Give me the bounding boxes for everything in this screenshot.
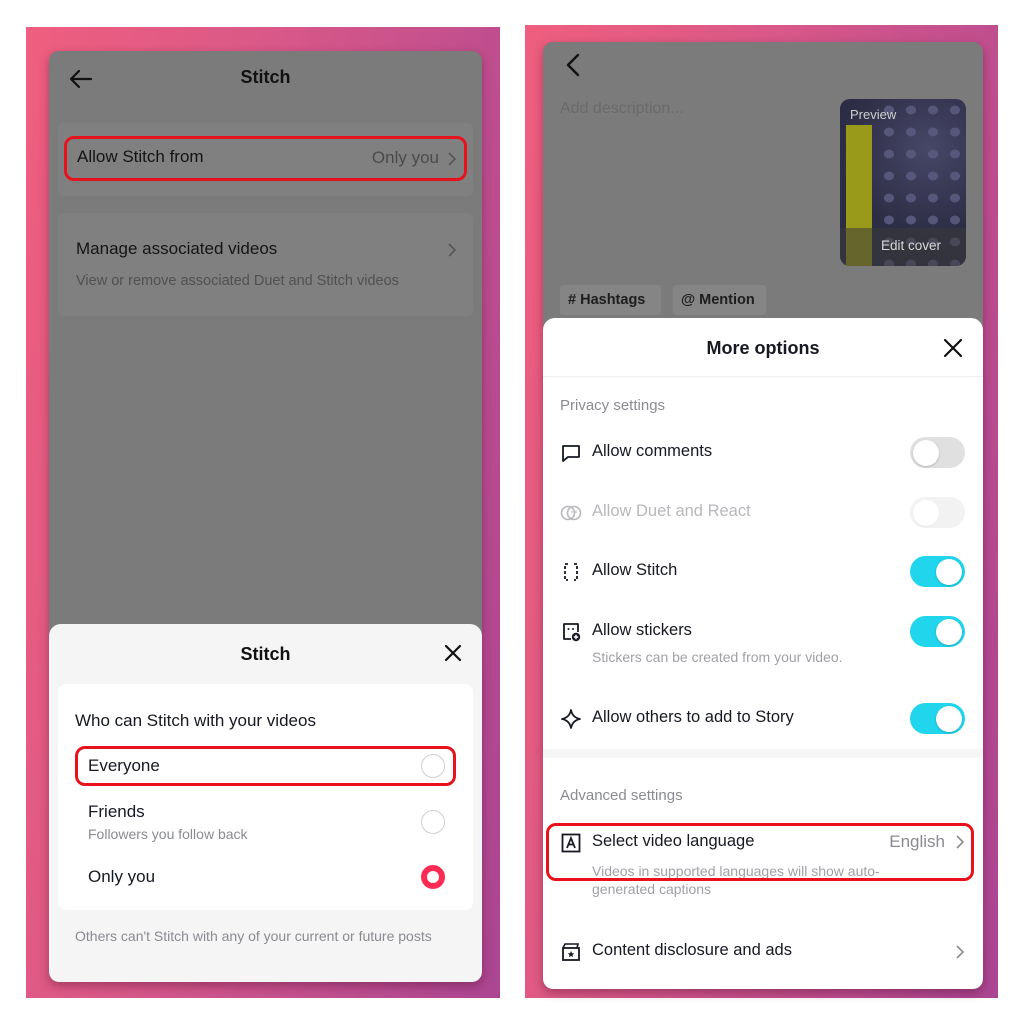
row-label: Allow Duet and React [592,502,751,520]
row-label: Allow Stitch [592,561,678,579]
row-label: Allow comments [592,442,713,460]
advanced-settings-heading: Advanced settings [560,787,683,804]
video-thumbnail[interactable]: Preview Edit cover [840,99,966,266]
ad-disclosure-icon [562,943,580,961]
allow-stitch-from-value: Only you [371,148,439,167]
allow-comments-row: Allow comments [543,430,983,474]
stitch-settings-screen: Stitch Allow Stitch from Only you Manage… [49,51,482,982]
chevron-right-icon [448,152,457,166]
option-label: Everyone [88,756,160,775]
left-screenshot-frame: Stitch Allow Stitch from Only you Manage… [26,27,500,998]
description-input[interactable]: Add description... [560,100,684,118]
radio-button[interactable] [421,810,445,834]
hashtags-chip[interactable]: # Hashtags [560,285,661,315]
option-everyone[interactable]: Everyone [75,746,456,786]
allow-stitch-toggle[interactable] [910,556,965,587]
sheet-title: Stitch [240,644,291,664]
chevron-left-icon[interactable] [563,52,585,78]
sparkle-icon [561,709,581,729]
allow-duet-toggle[interactable] [910,497,965,528]
post-options-screen: Add description... Preview Edit cover # … [543,42,983,989]
allow-comments-toggle[interactable] [910,437,965,468]
radio-button[interactable] [421,754,445,778]
more-options-sheet: More options Privacy settings Allow comm… [543,318,983,989]
divider [543,376,983,377]
right-screenshot-frame: Add description... Preview Edit cover # … [525,25,998,998]
stitch-permission-sheet: Stitch Who can Stitch with your videos E… [49,624,482,982]
stitch-icon [564,563,578,581]
header: Stitch [49,51,482,107]
duet-icon [560,505,582,521]
option-label: Only you [88,867,156,886]
settings-card-manage: Manage associated videos View or remove … [58,213,473,316]
manage-videos-description: View or remove associated Duet and Stitc… [76,273,399,289]
allow-add-to-story-toggle[interactable] [910,703,965,734]
content-disclosure-row[interactable]: Content disclosure and ads [543,930,983,974]
highlight-box [546,823,974,881]
allow-stitch-from-row[interactable]: Allow Stitch from Only you [64,136,467,181]
settings-card-allow-from: Allow Stitch from Only you [58,123,473,196]
edit-cover-button[interactable]: Edit cover [840,228,966,266]
option-only-you[interactable]: Only you [75,859,456,899]
sticker-icon [563,623,581,642]
option-friends[interactable]: Friends Followers you follow back [75,796,456,846]
preview-label[interactable]: Preview [850,107,896,122]
option-label: Friends [88,802,145,821]
row-label: Allow others to add to Story [592,708,794,726]
allow-stitch-row: Allow Stitch [543,549,983,593]
row-label: Allow stickers [592,621,692,639]
page-title: Stitch [240,67,291,87]
option-description: Followers you follow back [88,826,248,842]
options-box: Who can Stitch with your videos Everyone… [58,684,473,910]
allow-stitch-from-label: Allow Stitch from [77,147,204,166]
mention-chip[interactable]: @ Mention [673,285,766,315]
section-divider [543,749,983,758]
sheet-title: More options [706,338,820,358]
row-description: Stickers can be created from your video. [592,649,843,665]
allow-add-to-story-row: Allow others to add to Story [543,696,983,740]
comment-icon [562,445,580,462]
chevron-right-icon [956,945,965,959]
edit-cover-label: Edit cover [880,238,941,253]
close-icon[interactable] [444,644,462,662]
radio-button-selected[interactable] [421,865,445,889]
manage-associated-videos-row[interactable]: Manage associated videos View or remove … [58,213,473,316]
privacy-settings-heading: Privacy settings [560,397,666,414]
question-label: Who can Stitch with your videos [75,711,316,730]
close-icon[interactable] [943,338,963,358]
row-label: Content disclosure and ads [592,941,792,959]
allow-duet-row: Allow Duet and React [543,490,983,534]
allow-stickers-row: Allow stickers Stickers can be created f… [543,611,983,671]
chevron-right-icon [448,243,457,257]
manage-videos-label: Manage associated videos [76,239,278,258]
sheet-note: Others can't Stitch with any of your cur… [75,928,432,944]
allow-stickers-toggle[interactable] [910,616,965,647]
